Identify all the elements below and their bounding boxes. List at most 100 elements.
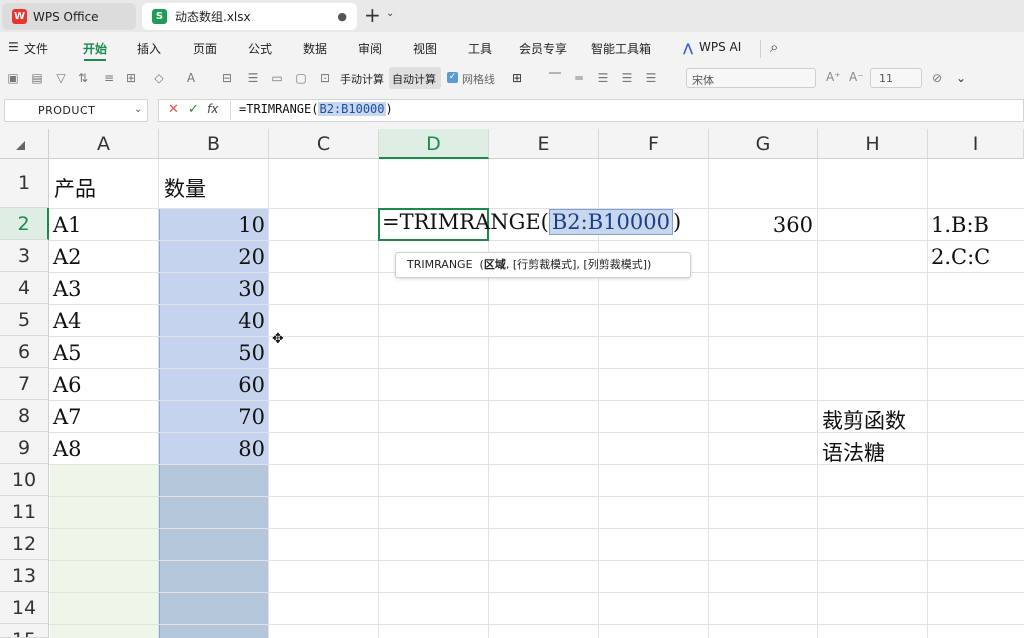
cell-b1[interactable]: 数量 xyxy=(164,173,206,203)
clear-format-icon[interactable]: ⊘ xyxy=(930,71,944,85)
menu-formula[interactable]: 公式 xyxy=(248,40,272,57)
search-icon[interactable]: ⌕ xyxy=(770,38,778,56)
column-header-g[interactable]: G xyxy=(709,129,818,159)
filter-icon[interactable]: ▽ xyxy=(54,71,68,85)
menu-review[interactable]: 审阅 xyxy=(358,40,382,57)
wrap-icon[interactable]: ⊟ xyxy=(220,71,234,85)
row-header-3[interactable]: 3 xyxy=(0,240,49,272)
merge-icon[interactable]: ▭ xyxy=(270,71,284,85)
column-header-e[interactable]: E xyxy=(489,129,599,159)
menu-tools[interactable]: 工具 xyxy=(468,40,492,57)
cell-b8[interactable]: 70 xyxy=(159,405,265,429)
row-header-12[interactable]: 12 xyxy=(0,528,49,560)
sort-icon[interactable]: ⇅ xyxy=(76,71,90,85)
menu-file[interactable]: 文件 xyxy=(24,40,48,57)
menu-view[interactable]: 视图 xyxy=(413,40,437,57)
cell-h9[interactable]: 语法糖 xyxy=(822,437,885,467)
cell-a7[interactable]: A6 xyxy=(53,373,82,397)
new-tab-button[interactable]: + xyxy=(364,5,381,25)
menu-data[interactable]: 数据 xyxy=(303,40,327,57)
row-header-10[interactable]: 10 xyxy=(0,464,49,496)
chevron-down-icon[interactable]: ⌄ xyxy=(134,104,142,115)
row-header-13[interactable]: 13 xyxy=(0,560,49,592)
row-header-2[interactable]: 2 xyxy=(0,208,49,240)
row-header-11[interactable]: 11 xyxy=(0,496,49,528)
column-header-a[interactable]: A xyxy=(49,129,159,159)
cell-a9[interactable]: A8 xyxy=(53,437,82,461)
cell-i2[interactable]: 1.B:B xyxy=(931,213,989,237)
auto-calc-button[interactable]: 自动计算 xyxy=(392,71,436,87)
column-header-h[interactable]: H xyxy=(818,129,928,159)
row-header-15[interactable]: 15 xyxy=(0,624,49,638)
font-color-icon[interactable]: A xyxy=(184,71,198,85)
align-center-icon[interactable]: ☰ xyxy=(620,71,634,85)
menu-wps-ai[interactable]: WPS AI xyxy=(699,40,741,54)
align-left-icon[interactable]: ☰ xyxy=(596,71,610,85)
cell-a1[interactable]: 产品 xyxy=(54,173,96,203)
align-middle-icon[interactable]: ═ xyxy=(572,71,586,85)
column-header-i[interactable]: I xyxy=(928,129,1024,159)
cell-a8[interactable]: A7 xyxy=(53,405,82,429)
cell-i3[interactable]: 2.C:C xyxy=(931,245,990,269)
cell-b5[interactable]: 40 xyxy=(159,309,265,333)
row-header-1[interactable]: 1 xyxy=(0,159,49,208)
border-icon[interactable]: ⊞ xyxy=(124,71,138,85)
table-icon[interactable]: ⊡ xyxy=(318,71,332,85)
cell-b4[interactable]: 30 xyxy=(159,277,265,301)
cell-a3[interactable]: A2 xyxy=(53,245,82,269)
tab-file[interactable]: S 动态数组.xlsx ● xyxy=(142,3,357,30)
confirm-icon[interactable]: ✓ xyxy=(188,102,199,117)
menu-smart-toolbox[interactable]: 智能工具箱 xyxy=(591,40,651,57)
insert-row-icon[interactable]: ≡ xyxy=(102,71,116,85)
cell-h8[interactable]: 裁剪函数 xyxy=(822,405,906,435)
menu-page[interactable]: 页面 xyxy=(193,40,217,57)
menu-home[interactable]: 开始 xyxy=(83,40,107,57)
cell-a4[interactable]: A3 xyxy=(53,277,82,301)
cell-b3[interactable]: 20 xyxy=(159,245,265,269)
align-top-icon[interactable]: ⎺ xyxy=(548,71,562,85)
column-header-d[interactable]: D xyxy=(379,129,489,159)
row-header-14[interactable]: 14 xyxy=(0,592,49,624)
decrease-font-button[interactable]: A⁻ xyxy=(849,70,864,84)
cell-a2[interactable]: A1 xyxy=(53,213,82,237)
menu-divider xyxy=(760,40,761,58)
column-header-b[interactable]: B xyxy=(159,129,269,159)
row-header-8[interactable]: 8 xyxy=(0,400,49,432)
font-size-select[interactable] xyxy=(870,68,922,88)
row-header-6[interactable]: 6 xyxy=(0,336,49,368)
close-tab-icon[interactable]: ● xyxy=(337,10,347,23)
row-header-5[interactable]: 5 xyxy=(0,304,49,336)
fill-color-icon[interactable]: ◇ xyxy=(152,71,166,85)
cell-b2[interactable]: 10 xyxy=(159,213,265,237)
chevron-down-icon[interactable]: ⌄ xyxy=(386,8,394,19)
tab-wps-office[interactable]: W WPS Office xyxy=(2,3,136,30)
manual-calc-button[interactable]: 手动计算 xyxy=(340,71,384,87)
align-icon[interactable]: ☰ xyxy=(246,71,260,85)
menu-insert[interactable]: 插入 xyxy=(137,40,161,57)
more-chevron-icon[interactable]: ⌄ xyxy=(954,71,968,85)
cell-b7[interactable]: 60 xyxy=(159,373,265,397)
column-header-f[interactable]: F xyxy=(599,129,709,159)
cell-a6[interactable]: A5 xyxy=(53,341,82,365)
row-header-7[interactable]: 7 xyxy=(0,368,49,400)
increase-font-button[interactable]: A⁺ xyxy=(826,70,841,84)
cell-b9[interactable]: 80 xyxy=(159,437,265,461)
align-right-icon[interactable]: ☰ xyxy=(644,71,658,85)
insert-function-icon[interactable]: fx xyxy=(207,102,218,116)
row-header-9[interactable]: 9 xyxy=(0,432,49,464)
gridlines-checkbox[interactable]: ✓ xyxy=(447,72,458,83)
hamburger-icon[interactable]: ☰ xyxy=(8,40,19,54)
row-header-4[interactable]: 4 xyxy=(0,272,49,304)
freeze-pane-icon[interactable]: ⊞ xyxy=(510,71,524,85)
cell-style-icon[interactable]: ▢ xyxy=(294,71,308,85)
cell-a5[interactable]: A4 xyxy=(53,309,82,333)
paste-icon[interactable]: ▤ xyxy=(30,71,44,85)
menu-member[interactable]: 会员专享 xyxy=(519,40,567,57)
gridline xyxy=(49,528,1024,529)
cell-g2[interactable]: 360 xyxy=(709,213,813,237)
format-painter-icon[interactable]: ▣ xyxy=(6,71,20,85)
cell-b6[interactable]: 50 xyxy=(159,341,265,365)
column-header-c[interactable]: C xyxy=(269,129,379,159)
cancel-icon[interactable]: ✕ xyxy=(168,102,179,117)
cell-d2-editor[interactable]: =TRIMRANGE(B2:B10000) xyxy=(382,209,681,235)
